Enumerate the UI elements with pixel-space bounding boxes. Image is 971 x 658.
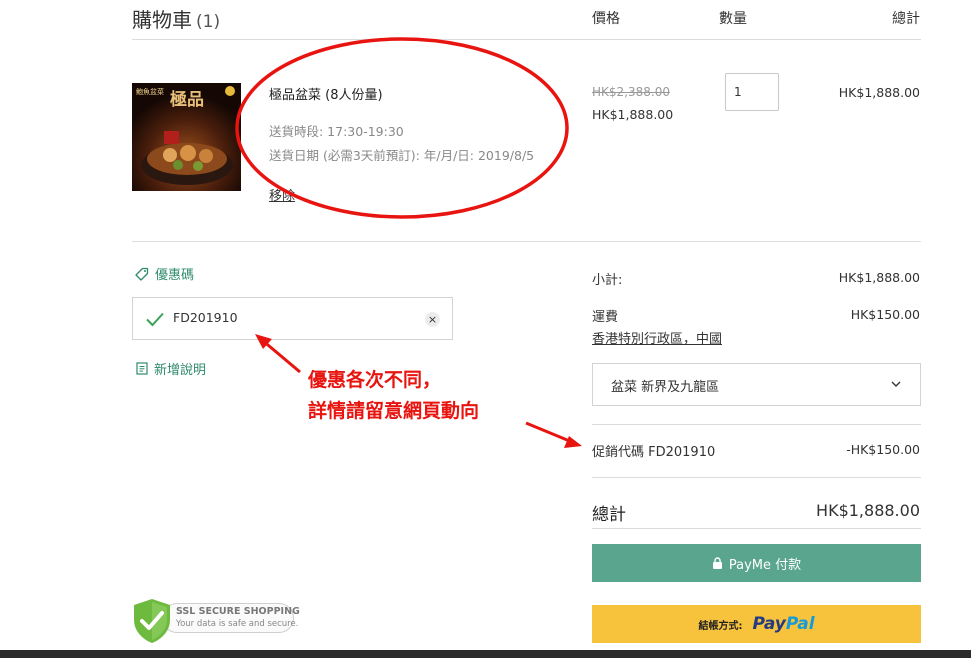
- annotation-line-2: 詳情請留意網頁動向: [308, 400, 480, 422]
- paypal-prefix: 結帳方式:: [698, 620, 743, 632]
- shipping-region-link[interactable]: 香港特別行政區，中國: [592, 328, 722, 347]
- coupon-link[interactable]: 優惠碼: [135, 264, 194, 283]
- annotation-line-1: 優惠各次不同，: [308, 369, 442, 391]
- paypal-logo-part-1: Pay: [752, 614, 786, 634]
- product-delivery-time: 送貨時段: 17:30-19:30: [269, 124, 404, 139]
- add-note-link[interactable]: 新增說明: [136, 359, 206, 378]
- product-name[interactable]: 極品盆菜 (8人份量): [269, 84, 383, 103]
- product-image-title: 極品: [170, 89, 204, 110]
- paypal-logo-part-2: Pal: [785, 614, 815, 634]
- product-image-brand: 鮑魚盆菜: [136, 87, 164, 96]
- ssl-secure-badge: SSL SECURE SHOPPING Your data is safe an…: [132, 598, 300, 644]
- column-header-price: 價格: [592, 11, 620, 27]
- coupon-code: FD201910: [173, 310, 238, 325]
- paypal-checkout-button[interactable]: 結帳方式: PayPal: [592, 605, 921, 643]
- remove-item-link[interactable]: 移除: [269, 185, 295, 204]
- column-header-quantity: 數量: [719, 11, 747, 27]
- check-icon: [146, 312, 164, 327]
- note-icon: [136, 362, 148, 375]
- coupon-link-label: 優惠碼: [155, 268, 195, 283]
- shipping-method-select[interactable]: 盆菜 新界及九龍區: [592, 363, 921, 406]
- column-header-total: 總計: [892, 11, 920, 27]
- ssl-badge-title: SSL SECURE SHOPPING: [176, 606, 300, 617]
- summary-divider-2: [592, 477, 921, 478]
- promo-discount-value: -HK$150.00: [846, 442, 920, 457]
- applied-coupon-field[interactable]: FD201910 ×: [132, 297, 453, 340]
- shipping-method-selected: 盆菜 新界及九龍區: [611, 380, 720, 395]
- arrow-to-coupon-line: [261, 338, 301, 374]
- grand-total-label: 總計: [592, 505, 626, 525]
- cart-count: (1): [196, 12, 221, 32]
- shipping-label: 運費: [592, 310, 619, 325]
- summary-divider-3: [592, 528, 921, 529]
- payme-checkout-button[interactable]: PayMe 付款: [592, 544, 921, 582]
- line-total: HK$1,888.00: [838, 85, 920, 100]
- bottom-taskbar: [0, 650, 971, 658]
- clear-coupon-icon[interactable]: ×: [425, 312, 440, 327]
- product-delivery-date: 送貨日期 (必需3天前預訂): 年/月/日: 2019/8/5: [269, 148, 535, 163]
- shield-check-icon: [134, 599, 170, 643]
- arrow-to-promo-head: [564, 436, 582, 448]
- add-note-label: 新增說明: [154, 363, 207, 378]
- cart-title: 購物車 (1): [132, 4, 220, 33]
- product-image[interactable]: 極品 鮑魚盆菜: [132, 83, 241, 191]
- subtotal-value: HK$1,888.00: [838, 270, 920, 285]
- tag-icon: [135, 267, 149, 281]
- price-current: HK$1,888.00: [592, 107, 674, 122]
- cart-title-text: 購物車: [132, 8, 192, 32]
- header-divider: [132, 39, 921, 40]
- price-original: HK$2,388.00: [592, 85, 670, 99]
- paypal-logo: PayPal: [752, 614, 814, 634]
- promo-code-label: 促銷代碼 FD201910: [592, 445, 716, 460]
- lock-icon: [712, 557, 722, 569]
- subtotal-label: 小計:: [592, 273, 623, 288]
- summary-divider-1: [592, 424, 921, 425]
- quantity-input[interactable]: [725, 73, 779, 111]
- shipping-value: HK$150.00: [850, 307, 920, 322]
- product-divider: [132, 241, 921, 242]
- chevron-down-icon: [891, 381, 901, 387]
- payme-checkout-label: PayMe 付款: [728, 557, 802, 573]
- arrow-to-promo-line: [525, 421, 573, 444]
- ssl-badge-subtitle: Your data is safe and secure.: [176, 619, 299, 629]
- grand-total-value: HK$1,888.00: [816, 501, 920, 520]
